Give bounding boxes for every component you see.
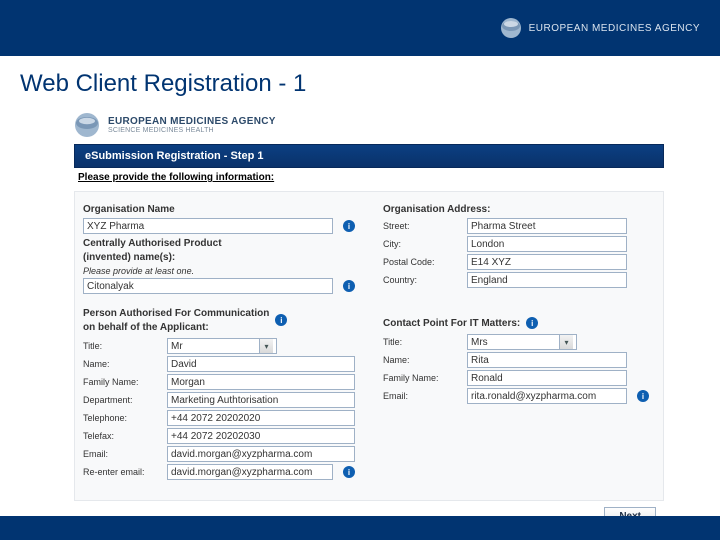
app-logo-line2: SCIENCE MEDICINES HEALTH bbox=[108, 127, 276, 134]
info-icon[interactable]: i bbox=[343, 220, 355, 232]
it-title-select[interactable]: Mrs ▾ bbox=[467, 334, 577, 350]
street-label: Street: bbox=[383, 221, 461, 231]
applicant-family-label: Family Name: bbox=[83, 377, 161, 387]
app-screenshot: EUROPEAN MEDICINES AGENCY SCIENCE MEDICI… bbox=[74, 108, 664, 526]
it-heading: Contact Point For IT Matters: bbox=[383, 318, 520, 330]
applicant-email-input[interactable] bbox=[167, 446, 355, 462]
applicant-fax-input[interactable] bbox=[167, 428, 355, 444]
info-icon[interactable]: i bbox=[526, 317, 538, 329]
slide-title: Web Client Registration - 1 bbox=[0, 56, 720, 108]
agency-name: EUROPEAN MEDICINES AGENCY bbox=[529, 23, 700, 34]
cap-heading-2: (invented) name(s): bbox=[83, 252, 355, 264]
country-label: Country: bbox=[383, 275, 461, 285]
app-logo-line1: EUROPEAN MEDICINES AGENCY bbox=[108, 117, 276, 127]
street-input[interactable] bbox=[467, 218, 627, 234]
applicant-title-value: Mr bbox=[171, 341, 183, 352]
applicant-dept-label: Department: bbox=[83, 395, 161, 405]
form-subheading: Please provide the following information… bbox=[74, 168, 664, 191]
it-email-input[interactable] bbox=[467, 388, 627, 404]
applicant-email-label: Email: bbox=[83, 449, 161, 459]
city-label: City: bbox=[383, 239, 461, 249]
applicant-name-label: Name: bbox=[83, 359, 161, 369]
it-title-value: Mrs bbox=[471, 337, 488, 348]
city-input[interactable] bbox=[467, 236, 627, 252]
applicant-title-label: Title: bbox=[83, 341, 161, 351]
slide-topbar: EUROPEAN MEDICINES AGENCY bbox=[0, 0, 720, 56]
applicant-fax-label: Telefax: bbox=[83, 431, 161, 441]
applicant-heading-2: on behalf of the Applicant: bbox=[83, 322, 269, 334]
it-email-label: Email: bbox=[383, 391, 461, 401]
it-family-input[interactable] bbox=[467, 370, 627, 386]
org-name-input[interactable] bbox=[83, 218, 333, 234]
cap-name-input[interactable] bbox=[83, 278, 333, 294]
applicant-dept-input[interactable] bbox=[167, 392, 355, 408]
left-column: Organisation Name i Centrally Authorised… bbox=[83, 200, 355, 490]
slide-bottombar bbox=[0, 516, 720, 540]
ema-globe-icon bbox=[74, 112, 100, 138]
country-input[interactable] bbox=[467, 272, 627, 288]
org-name-heading: Organisation Name bbox=[83, 204, 355, 216]
postal-input[interactable] bbox=[467, 254, 627, 270]
applicant-tel-input[interactable] bbox=[167, 410, 355, 426]
info-icon[interactable]: i bbox=[637, 390, 649, 402]
it-family-label: Family Name: bbox=[383, 373, 461, 383]
step-bar: eSubmission Registration - Step 1 bbox=[74, 144, 664, 168]
applicant-family-input[interactable] bbox=[167, 374, 355, 390]
registration-form: Organisation Name i Centrally Authorised… bbox=[74, 191, 664, 501]
applicant-reemail-label: Re-enter email: bbox=[83, 467, 161, 477]
chevron-down-icon: ▾ bbox=[259, 339, 273, 353]
info-icon[interactable]: i bbox=[275, 314, 287, 326]
applicant-heading-1: Person Authorised For Communication bbox=[83, 308, 269, 320]
cap-subtext: Please provide at least one. bbox=[83, 266, 355, 276]
chevron-down-icon: ▾ bbox=[559, 335, 573, 349]
info-icon[interactable]: i bbox=[343, 466, 355, 478]
app-logo-row: EUROPEAN MEDICINES AGENCY SCIENCE MEDICI… bbox=[74, 108, 664, 144]
it-name-label: Name: bbox=[383, 355, 461, 365]
cap-heading-1: Centrally Authorised Product bbox=[83, 238, 355, 250]
info-icon[interactable]: i bbox=[343, 280, 355, 292]
right-column: Organisation Address: Street: City: Post… bbox=[383, 200, 655, 490]
applicant-reemail-input[interactable] bbox=[167, 464, 333, 480]
it-name-input[interactable] bbox=[467, 352, 627, 368]
address-heading: Organisation Address: bbox=[383, 204, 655, 216]
postal-label: Postal Code: bbox=[383, 257, 461, 267]
agency-logo: EUROPEAN MEDICINES AGENCY bbox=[499, 16, 700, 40]
applicant-title-select[interactable]: Mr ▾ bbox=[167, 338, 277, 354]
applicant-name-input[interactable] bbox=[167, 356, 355, 372]
it-title-label: Title: bbox=[383, 337, 461, 347]
applicant-tel-label: Telephone: bbox=[83, 413, 161, 423]
ema-globe-icon bbox=[499, 16, 523, 40]
